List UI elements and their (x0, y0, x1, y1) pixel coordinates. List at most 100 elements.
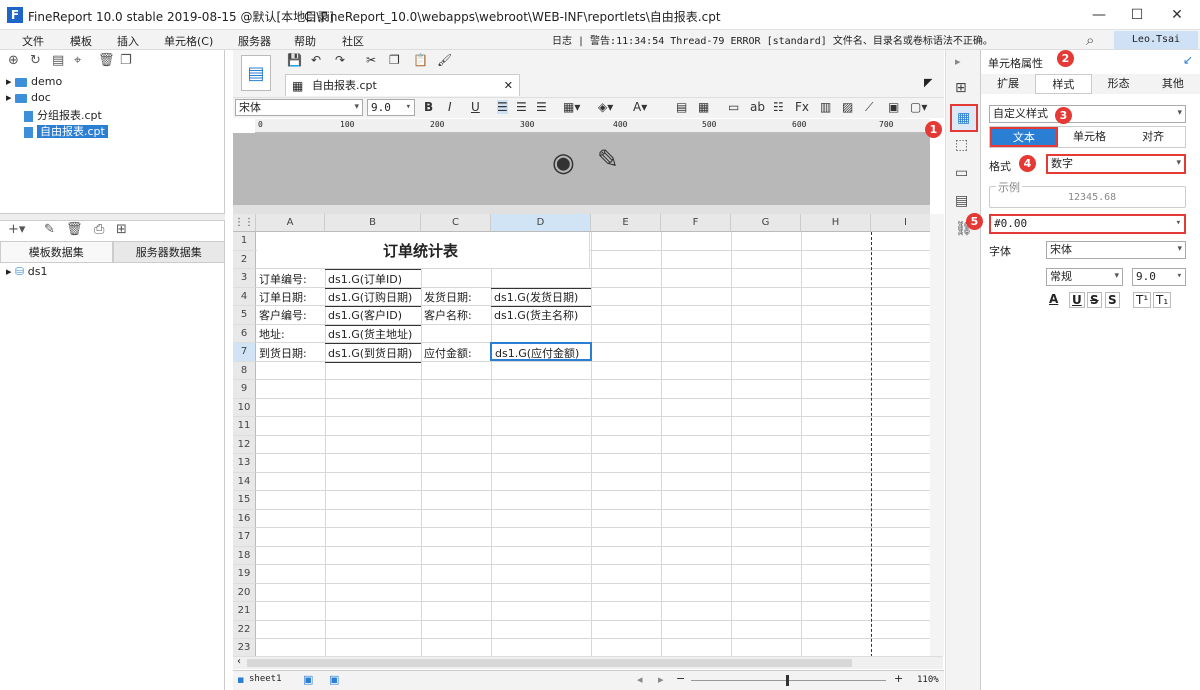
column-header[interactable]: E (591, 214, 661, 232)
locate-icon[interactable]: ⌖ (74, 53, 81, 68)
insert-slash-icon[interactable]: ⟋ (865, 100, 873, 115)
preview-icon[interactable]: ⎙ (94, 222, 104, 237)
row-header[interactable]: 23 (233, 639, 256, 656)
prev-icon[interactable]: ◂ (637, 673, 643, 686)
subscript-toggle[interactable]: T₁ (1153, 292, 1172, 308)
user-badge[interactable]: Leo.Tsai (1114, 31, 1198, 49)
format-select[interactable]: 数字 ▾ (1046, 154, 1186, 174)
cell-a7[interactable]: 到货日期: (259, 345, 307, 361)
row-header[interactable]: 18 (233, 546, 256, 565)
cell-a5[interactable]: 客户编号: (259, 307, 307, 323)
cell-b3[interactable]: ds1.G(订单ID) (328, 271, 402, 287)
shadow-toggle[interactable]: S (1105, 292, 1120, 308)
menu-help[interactable]: 帮助 (294, 33, 316, 49)
font-style-select[interactable]: 常规 ▾ (1046, 268, 1123, 286)
add-dataset-icon[interactable]: +▾ (8, 222, 25, 237)
align-right-button[interactable]: ☰ (536, 100, 547, 114)
column-header[interactable]: F (661, 214, 731, 232)
tab-extend[interactable]: 扩展 (981, 74, 1035, 94)
condition-icon[interactable]: ▭ (955, 165, 968, 181)
underline-button[interactable]: U (471, 100, 480, 114)
spreadsheet-grid[interactable]: ⋮⋮ A B C D E F G H I 1 2 3 4 5 6 7 8 9 10 11 12 13 14… (233, 214, 930, 656)
insert-subreport-icon[interactable]: ▣ (888, 100, 899, 114)
font-size-panel-select[interactable]: 9.0 ▾ (1132, 268, 1186, 286)
menu-server[interactable]: 服务器 (238, 33, 271, 49)
log-message[interactable]: 日志 | 警告:11:34:54 Thread-79 ERROR [standa… (552, 32, 993, 47)
column-header[interactable]: G (731, 214, 801, 232)
add-poly-sheet-icon[interactable]: ▣ (329, 673, 339, 686)
subtab-align[interactable]: 对齐 (1121, 127, 1185, 147)
column-header[interactable]: B (325, 214, 421, 232)
cell-element-icon[interactable]: ⬚ (955, 137, 968, 153)
cell-b5[interactable]: ds1.G(客户ID) (328, 307, 402, 323)
menu-cell[interactable]: 单元格(C) (164, 33, 213, 49)
column-header[interactable]: I (871, 214, 930, 232)
insert-text-icon[interactable]: ab (750, 100, 765, 114)
font-size-select[interactable]: 9.0 ▾ (367, 99, 415, 116)
delete-icon[interactable]: 🗑 (98, 53, 115, 68)
row-header[interactable]: 11 (233, 417, 256, 436)
dataset-param-icon[interactable]: ⊞ (116, 222, 127, 237)
edit-icon[interactable]: ✎ (44, 222, 55, 237)
copy-icon[interactable]: ❐ (120, 53, 132, 68)
zoom-slider-thumb[interactable] (786, 675, 789, 686)
row-header[interactable]: 6 (233, 324, 256, 343)
collapse-panel-icon[interactable]: ↙ (1183, 53, 1193, 67)
number-pattern-select[interactable]: #0.00 ▾ (989, 214, 1186, 234)
sheet-tab[interactable]: sheet1 (249, 674, 282, 684)
new-folder-icon[interactable]: ⊕ (8, 53, 19, 68)
undo-icon[interactable]: ↶ (311, 53, 321, 67)
paste-icon[interactable]: 📋 (413, 53, 428, 67)
cell-d4[interactable]: ds1.G(发货日期) (494, 289, 578, 305)
cell-b6[interactable]: ds1.G(货主地址) (328, 326, 412, 342)
row-header[interactable]: 15 (233, 491, 256, 510)
close-tab-icon[interactable]: ✕ (504, 75, 513, 97)
float-element-icon[interactable]: ▤ (955, 193, 968, 209)
tab-other[interactable]: 其他 (1146, 74, 1200, 94)
open-icon[interactable]: ▤ (52, 53, 64, 68)
italic-button[interactable]: I (448, 100, 452, 114)
style-type-select[interactable]: 自定义样式 ▾ (989, 105, 1186, 123)
cell-a6[interactable]: 地址: (259, 326, 285, 342)
strikethrough-toggle[interactable]: S (1087, 292, 1102, 308)
row-header[interactable]: 21 (233, 602, 256, 621)
tab-template-dataset[interactable]: 模板数据集 (0, 241, 113, 263)
cell-c5[interactable]: 客户名称: (424, 307, 472, 323)
selected-cell-d7[interactable]: ds1.G(应付金额) (490, 342, 592, 361)
row-header[interactable]: 20 (233, 583, 256, 602)
cell-attributes-button[interactable]: ▦ (950, 104, 978, 132)
cell-a3[interactable]: 订单编号: (259, 271, 307, 287)
tree-item-demo[interactable]: ▸ demo (6, 75, 62, 88)
select-all-corner[interactable]: ⋮⋮ (233, 214, 256, 232)
row-header[interactable]: 16 (233, 509, 256, 528)
unmerge-cells-icon[interactable]: ▦ (698, 100, 709, 114)
tab-menu-icon[interactable]: ◤ (924, 76, 932, 89)
row-header[interactable]: 1 (233, 232, 256, 251)
cell-a4[interactable]: 订单日期: (259, 289, 307, 305)
row-header[interactable]: 9 (233, 380, 256, 399)
insert-chart-icon[interactable]: ▥ (820, 100, 831, 114)
superscript-toggle[interactable]: T¹ (1133, 292, 1152, 308)
tree-item-free-report[interactable]: 自由报表.cpt (24, 123, 108, 139)
tab-style[interactable]: 样式 (1035, 74, 1092, 94)
insert-more-icon[interactable]: ▢▾ (910, 100, 927, 114)
search-icon[interactable]: ⌕ (1086, 31, 1094, 49)
minimize-button[interactable]: — (1084, 5, 1114, 25)
tree-item-doc[interactable]: ▸ doc (6, 91, 51, 104)
subtab-cell[interactable]: 单元格 (1058, 127, 1122, 147)
next-icon[interactable]: ▸ (658, 673, 664, 686)
row-header[interactable]: 13 (233, 454, 256, 473)
row-header[interactable]: 19 (233, 565, 256, 584)
insert-image-icon[interactable]: ▨ (842, 100, 853, 114)
zoom-out-icon[interactable]: − (676, 672, 685, 685)
bold-button[interactable]: B (424, 100, 433, 114)
cell-d5[interactable]: ds1.G(货主名称) (494, 307, 578, 323)
cell-b4[interactable]: ds1.G(订购日期) (328, 289, 412, 305)
widget-settings-icon[interactable]: ⊞ (955, 80, 967, 96)
tree-item-group-report[interactable]: 分组报表.cpt (24, 107, 102, 123)
copy-cells-icon[interactable]: ❐ (389, 53, 400, 67)
menu-file[interactable]: 文件 (22, 33, 44, 49)
column-header[interactable]: H (801, 214, 871, 232)
zoom-in-icon[interactable]: + (894, 672, 903, 685)
menu-insert[interactable]: 插入 (117, 33, 139, 49)
